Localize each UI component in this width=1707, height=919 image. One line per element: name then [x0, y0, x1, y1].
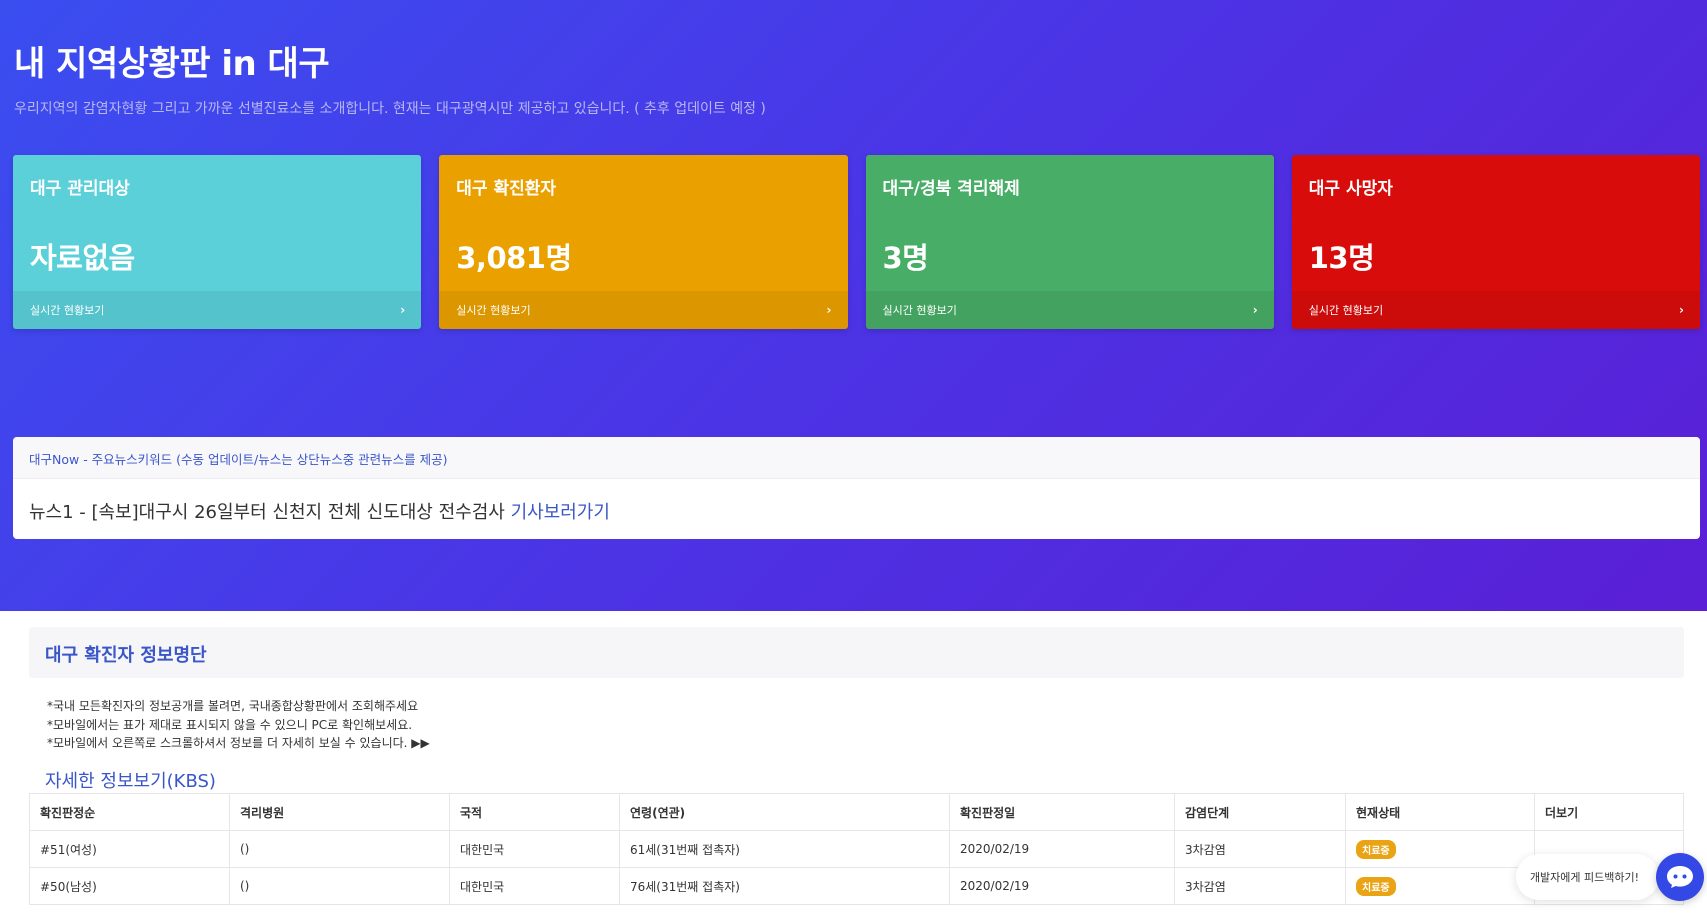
table-cell: 61세(31번째 접촉자) — [619, 830, 950, 868]
card-released: 대구/경북 격리해제 3명 실시간 현황보기 › — [865, 155, 1274, 329]
column-header: 연령(연관) — [619, 793, 950, 831]
card-title: 대구 사망자 — [1308, 179, 1393, 199]
patient-list-section: 대구 확진자 정보명단 *국내 모든확진자의 정보공개를 볼려면, 국내종합상황… — [13, 611, 1700, 919]
card-link-realtime[interactable]: 실시간 현황보기 › — [13, 291, 422, 329]
card-deaths: 대구 사망자 13명 실시간 현황보기 › — [1291, 155, 1700, 329]
chevron-right-icon: › — [1252, 303, 1258, 317]
news-header: 대구Now - 주요뉴스키워드 (수동 업데이트/뉴스는 상단뉴스중 관련뉴스를… — [13, 437, 1700, 479]
page-title: 내 지역상황판 in 대구 — [14, 44, 330, 84]
news-panel: 대구Now - 주요뉴스키워드 (수동 업데이트/뉴스는 상단뉴스중 관련뉴스를… — [13, 437, 1700, 539]
table-cell: 대한민국 — [449, 830, 620, 868]
status-badge: 치료중 — [1356, 839, 1396, 859]
card-link-label: 실시간 현황보기 — [30, 304, 105, 317]
column-header: 현재상태 — [1345, 793, 1535, 831]
status-badge: 치료중 — [1356, 876, 1396, 896]
kbs-detail-link[interactable]: 자세한 정보보기(KBS) — [45, 767, 216, 793]
column-header: 감염단계 — [1174, 793, 1346, 831]
column-header: 확진판정순 — [29, 793, 230, 831]
feedback-prompt[interactable]: 개발자에게 피드백하기! — [1516, 854, 1659, 900]
table-cell: () — [229, 867, 450, 905]
card-value: 13명 — [1308, 241, 1375, 275]
chevron-right-icon: › — [1679, 303, 1684, 317]
card-link-label: 실시간 현황보기 — [1308, 304, 1384, 317]
table-cell: #50(남성) — [29, 867, 230, 905]
card-link-realtime[interactable]: 실시간 현황보기 › — [865, 291, 1274, 329]
page-subtitle: 우리지역의 감염자현황 그리고 가까운 선별진료소를 소개합니다. 현재는 대구… — [14, 101, 766, 117]
column-header: 국적 — [449, 793, 620, 831]
table-row: #51(여성) () 대한민국 61세(31번째 접촉자) 2020/02/19… — [29, 830, 1684, 868]
news-item: 뉴스1 - [속보]대구시 26일부터 신천지 전체 신도대상 전수검사 기사보… — [13, 479, 1700, 539]
card-managed: 대구 관리대상 자료없음 실시간 현황보기 › — [13, 155, 422, 329]
patient-table: 확진판정순 격리병원 국적 연령(연관) 확진판정일 감염단계 현재상태 더보기… — [29, 793, 1684, 905]
card-confirmed: 대구 확진환자 3,081명 실시간 현황보기 › — [439, 155, 848, 329]
column-header: 격리병원 — [229, 793, 450, 831]
chat-launcher-button[interactable] — [1656, 853, 1704, 901]
note-line: *모바일에서는 표가 제대로 표시되지 않을 수 있으니 PC로 확인해보세요. — [47, 717, 413, 732]
note-line: *모바일에서 오른쪽로 스크롤하셔서 정보를 더 자세히 보실 수 있습니다. … — [47, 736, 430, 750]
card-title: 대구/경북 격리해제 — [882, 179, 1020, 199]
card-link-label: 실시간 현황보기 — [456, 304, 531, 317]
table-cell: 2020/02/19 — [949, 867, 1175, 905]
table-cell: 치료중 — [1345, 867, 1535, 905]
card-value: 자료없음 — [30, 241, 135, 275]
news-text: 뉴스1 - [속보]대구시 26일부터 신천지 전체 신도대상 전수검사 — [29, 502, 511, 523]
table-cell: #51(여성) — [29, 830, 230, 868]
table-cell: 3차감염 — [1174, 830, 1346, 868]
table-cell: 2020/02/19 — [949, 830, 1175, 868]
note-line: *국내 모든확진자의 정보공개를 볼려면, 국내종합상황판에서 조회해주세요 — [47, 699, 419, 713]
card-title: 대구 확진환자 — [456, 179, 557, 199]
card-link-realtime[interactable]: 실시간 현황보기 › — [1291, 291, 1700, 329]
chevron-right-icon: › — [400, 303, 406, 317]
table-cell: 치료중 — [1345, 830, 1535, 868]
column-header: 확진판정일 — [949, 793, 1175, 831]
hero-banner: 내 지역상황판 in 대구 우리지역의 감염자현황 그리고 가까운 선별진료소를… — [0, 0, 1707, 611]
table-cell: 대한민국 — [449, 867, 620, 905]
table-header-row: 확진판정순 격리병원 국적 연령(연관) 확진판정일 감염단계 현재상태 더보기 — [29, 793, 1684, 831]
chevron-right-icon: › — [826, 303, 832, 317]
card-title: 대구 관리대상 — [30, 179, 130, 199]
column-header: 더보기 — [1534, 793, 1684, 831]
table-row: #50(남성) () 대한민국 76세(31번째 접촉자) 2020/02/19… — [29, 867, 1684, 905]
card-link-realtime[interactable]: 실시간 현황보기 › — [439, 291, 848, 329]
section-title: 대구 확진자 정보명단 — [29, 627, 1684, 678]
card-value: 3,081명 — [456, 241, 572, 275]
table-cell: () — [229, 830, 450, 868]
table-cell: 76세(31번째 접촉자) — [619, 867, 950, 905]
card-value: 3명 — [882, 241, 929, 275]
news-article-link[interactable]: 기사보러가기 — [511, 502, 610, 523]
table-cell: 3차감염 — [1174, 867, 1346, 905]
chat-bubble-icon — [1667, 866, 1693, 888]
stat-cards: 대구 관리대상 자료없음 실시간 현황보기 › 대구 확진환자 3,081명 실… — [13, 155, 1700, 329]
notes: *국내 모든확진자의 정보공개를 볼려면, 국내종합상황판에서 조회해주세요 *… — [47, 697, 430, 753]
card-link-label: 실시간 현황보기 — [882, 304, 957, 317]
